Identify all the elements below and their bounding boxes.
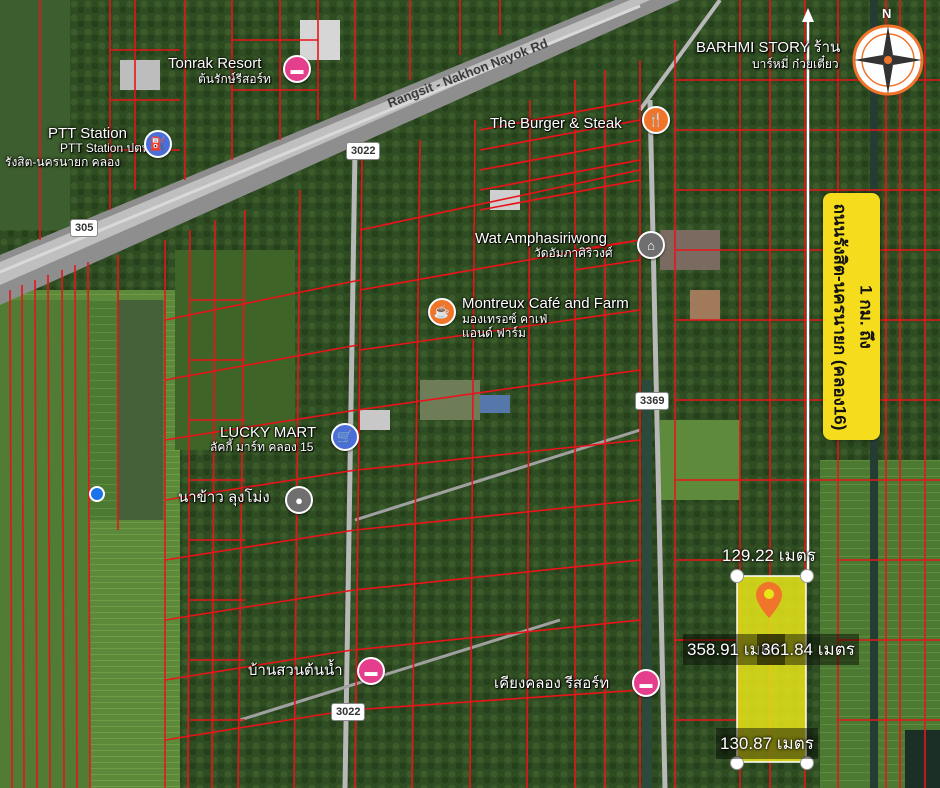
- plot-vertex-top-right[interactable]: [800, 569, 814, 583]
- place-sublabel: ลัคกี้ มาร์ท คลอง 15: [210, 440, 314, 454]
- callout-line-1: 1 กม. ถึง: [856, 284, 875, 349]
- hotel-icon[interactable]: ▬: [357, 657, 385, 685]
- callout-line-2: ถนนรังสิต-นครนายก (คลอง16): [830, 203, 849, 430]
- route-shield-3022-bottom: 3022: [331, 703, 366, 721]
- place-label: The Burger & Steak: [490, 115, 622, 132]
- fuel-icon[interactable]: ⛽: [144, 130, 172, 158]
- place-sublabel: บาร์หมี่ ก๋วยเตี๋ยว: [752, 57, 839, 71]
- compass-icon: [852, 24, 924, 96]
- place-sublabel: ต้นรักษ์รีสอร์ท: [198, 72, 271, 86]
- place-label: Wat Amphasiriwong: [475, 230, 607, 247]
- place-label: Montreux Café and Farm: [462, 295, 629, 312]
- distance-callout: 1 กม. ถึง ถนนรังสิต-นครนายก (คลอง16): [823, 193, 880, 440]
- map-view[interactable]: Rangsit - Nakhon Nayok Rd 305 3022 3022 …: [0, 0, 940, 788]
- route-shield-305: 305: [70, 219, 99, 237]
- compass-north-label: N: [882, 6, 892, 21]
- cafe-icon[interactable]: ☕: [428, 298, 456, 326]
- my-location-dot[interactable]: [89, 486, 105, 502]
- place-label: LUCKY MART: [220, 424, 317, 441]
- hotel-icon[interactable]: ▬: [283, 55, 311, 83]
- temple-icon[interactable]: ⌂: [637, 231, 665, 259]
- place-sublabel-2: รังสิต-นครนายก คลอง: [5, 155, 121, 169]
- location-pin-icon[interactable]: [756, 582, 782, 618]
- place-icon[interactable]: ●: [285, 486, 313, 514]
- place-sublabel: PTT Station ปตท.: [60, 141, 154, 155]
- shop-icon[interactable]: 🛒: [331, 423, 359, 451]
- place-label: Tonrak Resort: [168, 55, 262, 72]
- route-shield-3022-top: 3022: [346, 142, 381, 160]
- food-icon[interactable]: 🍴: [642, 106, 670, 134]
- place-label: บ้านสวนต้นน้ำ: [248, 662, 343, 679]
- measurement-top: 129.22 เมตร: [722, 546, 816, 565]
- plot-vertex-top-left[interactable]: [730, 569, 744, 583]
- measurement-right: 361.84 เมตร: [757, 634, 859, 665]
- place-label: เคียงคลอง รีสอร์ท: [494, 675, 610, 692]
- place-label: นาข้าว ลุงโม่ง: [178, 489, 270, 506]
- place-label: PTT Station: [48, 125, 127, 142]
- measurement-bottom: 130.87 เมตร: [716, 728, 818, 759]
- place-label: BARHMI STORY ร้าน: [696, 39, 841, 56]
- place-sublabel: วัดอัมภาศิริวงศ์: [534, 246, 613, 260]
- place-sublabel-2: แอนด์ ฟาร์ม: [462, 326, 526, 340]
- route-shield-3369: 3369: [635, 392, 670, 410]
- hotel-icon[interactable]: ▬: [632, 669, 660, 697]
- satellite-base: [0, 0, 940, 788]
- place-sublabel: มองเทรอซ์ คาเฟ่: [462, 312, 548, 326]
